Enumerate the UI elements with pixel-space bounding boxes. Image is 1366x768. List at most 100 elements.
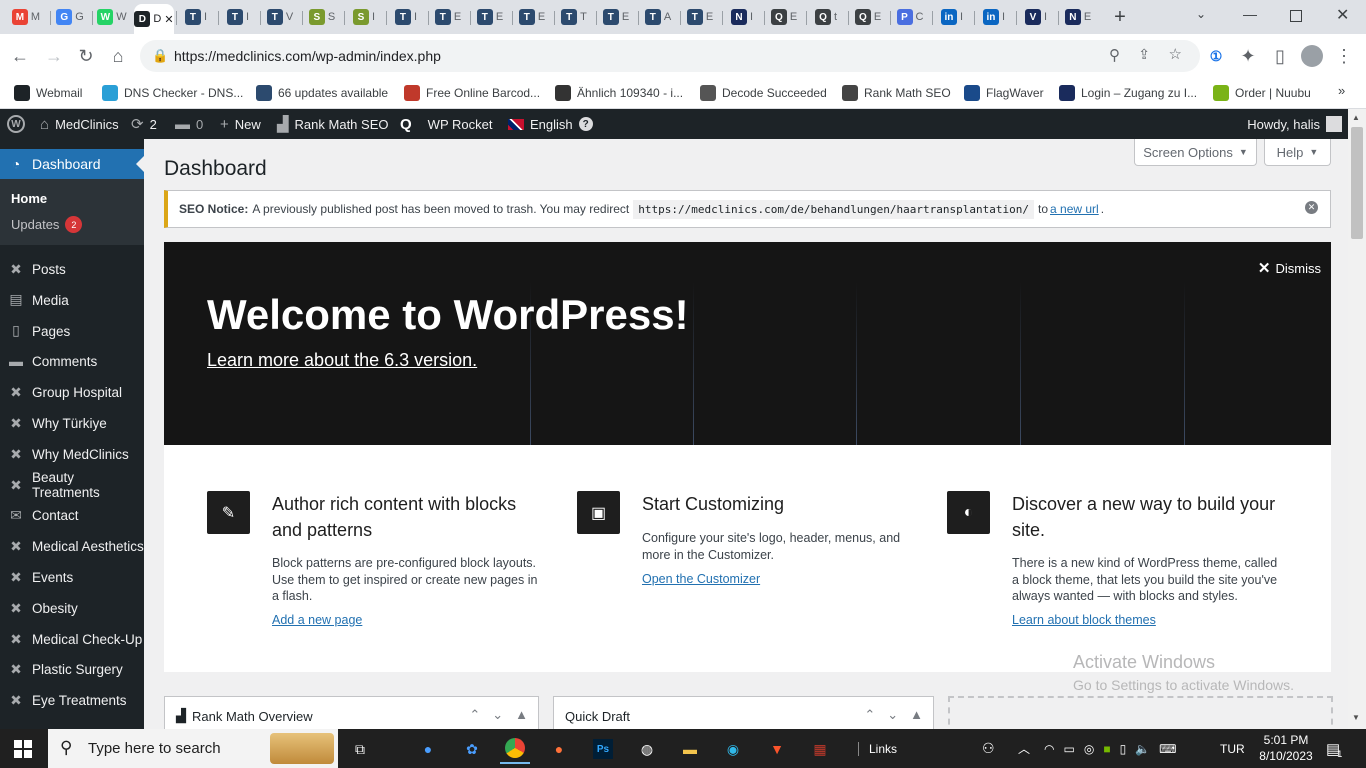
sidebar-item-medical-aesthetics[interactable]: ✚ Medical Aesthetics <box>0 531 144 562</box>
menu-icon[interactable]: ⋮ <box>1332 44 1356 68</box>
wp-logo-icon[interactable]: W <box>7 109 25 139</box>
tab[interactable]: TE <box>430 4 466 30</box>
screen-options-button[interactable]: Screen Options ▼ <box>1134 139 1257 166</box>
close-notice-icon[interactable]: ✕ <box>1305 201 1318 214</box>
address-bar[interactable]: 🔒 https://medclinics.com/wp-admin/index.… <box>140 40 1200 72</box>
tab[interactable]: SI <box>346 4 382 30</box>
new-url-link[interactable]: a new url <box>1050 202 1099 216</box>
admin-bar-new[interactable]: + New <box>220 109 261 139</box>
firefox-app-icon[interactable]: ● <box>544 734 574 764</box>
maximize-icon[interactable] <box>1290 10 1302 22</box>
sidebar-item-dashboard[interactable]: ◔ Dashboard <box>0 149 144 179</box>
tab[interactable]: TI <box>220 4 256 30</box>
sidebar-item-why-t-rkiye[interactable]: ✚ Why Türkiye <box>0 408 144 439</box>
show-hidden-icons[interactable]: ︿ <box>1018 729 1030 768</box>
sidebar-item-media[interactable]: ▤ Media <box>0 285 144 316</box>
move-up-icon[interactable]: ⌃ <box>469 707 480 723</box>
tab[interactable]: GG <box>52 4 88 30</box>
sidebar-item-group-hospital[interactable]: ✚ Group Hospital <box>0 377 144 408</box>
admin-bar-rankmath[interactable]: ▟ Rank Math SEO <box>277 109 388 139</box>
home-icon[interactable]: ⌂ <box>106 44 130 68</box>
bookmark-item[interactable]: FlagWaver <box>964 83 1044 103</box>
tab-search-icon[interactable]: ⌄ <box>1196 7 1206 21</box>
scrollbar-thumb[interactable] <box>1351 127 1363 239</box>
tab[interactable]: TA <box>640 4 676 30</box>
app-icon[interactable]: ✿ <box>457 734 487 764</box>
add-new-page-link[interactable]: Add a new page <box>272 613 362 627</box>
sidebar-item-why-medclinics[interactable]: ✚ Why MedClinics <box>0 439 144 470</box>
tab[interactable]: VI <box>1018 4 1054 30</box>
tab[interactable]: TT <box>556 4 592 30</box>
tab[interactable]: Qt <box>808 4 844 30</box>
system-tray-icons[interactable]: ◠ ▭ ◎ ■ ▯ 🔈 ⌨ <box>1044 729 1176 768</box>
scroll-up-arrow-icon[interactable]: ▲ <box>1352 113 1360 122</box>
app-icon[interactable]: ◍ <box>632 734 662 764</box>
chrome-app-icon[interactable] <box>500 734 530 764</box>
submenu-home[interactable]: Home <box>11 191 47 206</box>
profile-avatar[interactable] <box>1300 44 1324 68</box>
notification-center-icon[interactable]: ▤ 1 <box>1326 729 1342 768</box>
bookmark-item[interactable]: DNS Checker - DNS... <box>102 83 243 103</box>
back-icon[interactable]: ← <box>8 44 32 68</box>
brave-app-icon[interactable]: ▼ <box>762 734 792 764</box>
bookmark-item[interactable]: Order | Nuubu <box>1213 83 1311 103</box>
input-language[interactable]: TUR <box>1220 729 1245 768</box>
share-icon[interactable]: ⇪ <box>1138 46 1150 63</box>
new-tab-button[interactable]: + <box>1110 5 1130 29</box>
submenu-updates[interactable]: Updates 2 <box>11 216 83 233</box>
learn-block-themes-link[interactable]: Learn about block themes <box>1012 613 1156 627</box>
side-panel-icon[interactable]: ▯ <box>1268 44 1292 68</box>
move-down-icon[interactable]: ⌄ <box>887 707 898 723</box>
toggle-icon[interactable]: ▲ <box>515 707 528 723</box>
admin-bar-comments[interactable]: ▬ 0 <box>175 109 203 139</box>
sidebar-item-contact[interactable]: ✉ Contact <box>0 500 144 531</box>
bookmark-item[interactable]: Rank Math SEO <box>842 83 951 103</box>
reload-icon[interactable]: ↻ <box>74 44 98 68</box>
tab[interactable]: WW <box>94 4 130 30</box>
tab[interactable]: QE <box>850 4 886 30</box>
scroll-down-arrow-icon[interactable]: ▼ <box>1352 713 1360 722</box>
bookmark-item[interactable]: Login – Zugang zu I... <box>1059 83 1197 103</box>
microphone-app-icon[interactable]: ● <box>413 734 443 764</box>
admin-bar-site[interactable]: ⌂ MedClinics <box>40 109 119 139</box>
close-tab-icon[interactable]: ✕ <box>164 13 173 26</box>
sidebar-item-pages[interactable]: ▯ Pages <box>0 316 144 347</box>
tab[interactable]: TI <box>178 4 214 30</box>
tab[interactable]: NE <box>1060 4 1096 30</box>
sidebar-item-plastic-surgery[interactable]: ✚ Plastic Surgery <box>0 654 144 685</box>
password-manager-icon[interactable]: ① <box>1204 44 1228 68</box>
taskbar-links[interactable]: Links <box>858 729 897 768</box>
sidebar-item-beauty-treatments[interactable]: ✚ Beauty Treatments <box>0 470 144 501</box>
sidebar-item-eye-treatments[interactable]: ✚ Eye Treatments <box>0 685 144 716</box>
minimize-icon[interactable]: — <box>1243 6 1257 22</box>
help-button[interactable]: Help ▼ <box>1264 139 1331 166</box>
admin-bar-updates[interactable]: ⟳ 2 <box>131 109 157 139</box>
bookmark-item[interactable]: 66 updates available <box>256 83 388 103</box>
tab[interactable]: in I <box>976 4 1012 30</box>
zoom-search-icon[interactable]: ⚲ <box>1109 46 1120 64</box>
tab[interactable]: PC <box>892 4 928 30</box>
move-down-icon[interactable]: ⌄ <box>492 707 503 723</box>
move-up-icon[interactable]: ⌃ <box>864 707 875 723</box>
forward-icon[interactable]: → <box>42 44 66 68</box>
bookmark-item[interactable]: Ähnlich 109340 - i... <box>555 83 683 103</box>
tab-active[interactable]: D D ✕ <box>134 4 174 34</box>
windows-start-icon[interactable] <box>14 740 32 758</box>
tab[interactable]: TI <box>388 4 424 30</box>
more-bookmarks-icon[interactable]: » <box>1338 83 1345 98</box>
extensions-icon[interactable]: ✦ <box>1236 44 1260 68</box>
tab[interactable]: TE <box>472 4 508 30</box>
tab[interactable]: SS <box>304 4 340 30</box>
sidebar-item-comments[interactable]: ▬ Comments <box>0 346 144 377</box>
admin-bar-account[interactable]: Howdy, halis <box>1247 109 1342 139</box>
sidebar-item-posts[interactable]: ✚ Posts <box>0 254 144 285</box>
page-scrollbar[interactable]: ▲ ▼ <box>1348 109 1366 729</box>
sidebar-item-obesity[interactable]: ✚ Obesity <box>0 593 144 624</box>
toggle-icon[interactable]: ▲ <box>910 707 923 723</box>
admin-bar-wp-rocket[interactable]: Q WP Rocket <box>400 109 492 139</box>
tab[interactable]: NI <box>724 4 760 30</box>
tab[interactable]: in I <box>934 4 970 30</box>
tab[interactable]: TE <box>514 4 550 30</box>
tab[interactable]: TV <box>262 4 298 30</box>
edge-app-icon[interactable]: ◉ <box>718 734 748 764</box>
